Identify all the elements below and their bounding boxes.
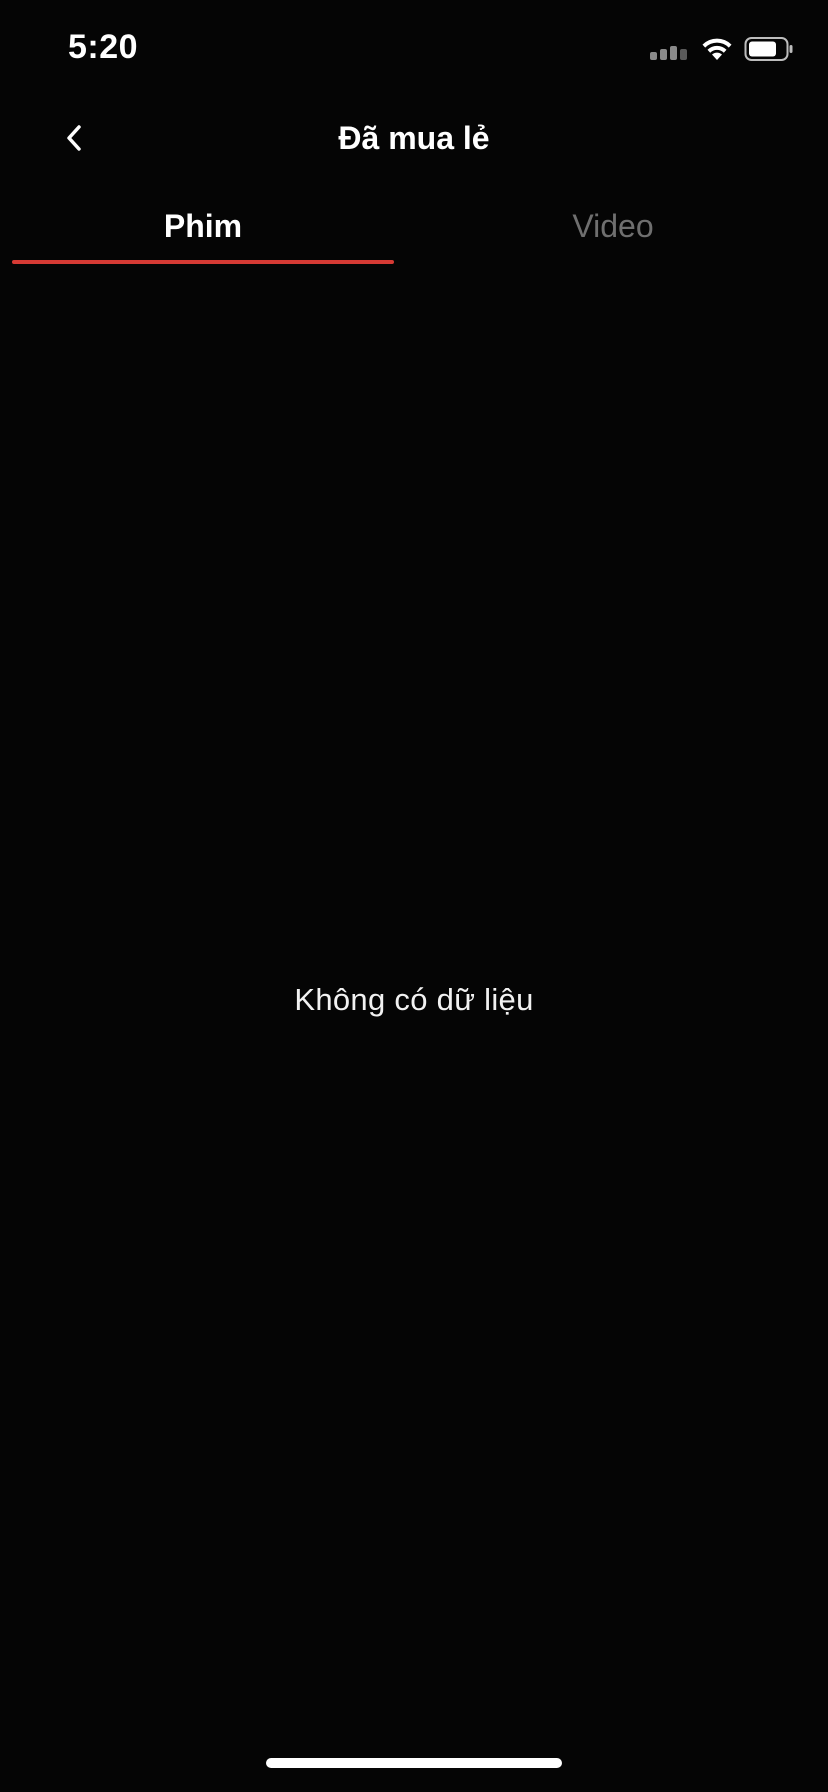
app-screen: 5:20 Đã mua lẻ Phim Video Không có dữ li… <box>0 0 828 1792</box>
tab-video[interactable]: Video <box>420 190 806 266</box>
status-icons <box>650 34 794 64</box>
status-bar: 5:20 <box>0 0 828 100</box>
cellular-signal-icon <box>650 38 690 60</box>
wifi-icon <box>700 36 734 62</box>
tab-phim-label: Phim <box>163 208 243 244</box>
empty-state-message: Không có dữ liệu <box>294 982 534 1017</box>
tab-video-label: Video <box>572 208 654 244</box>
home-indicator[interactable] <box>266 1758 562 1768</box>
page-title: Đã mua lẻ <box>338 120 490 156</box>
tab-phim[interactable]: Phim <box>12 190 394 266</box>
header: Đã mua lẻ <box>0 100 828 180</box>
tab-bar: Phim Video <box>0 190 828 266</box>
status-time: 5:20 <box>68 28 139 66</box>
active-tab-indicator <box>12 260 394 264</box>
battery-icon <box>744 36 794 62</box>
